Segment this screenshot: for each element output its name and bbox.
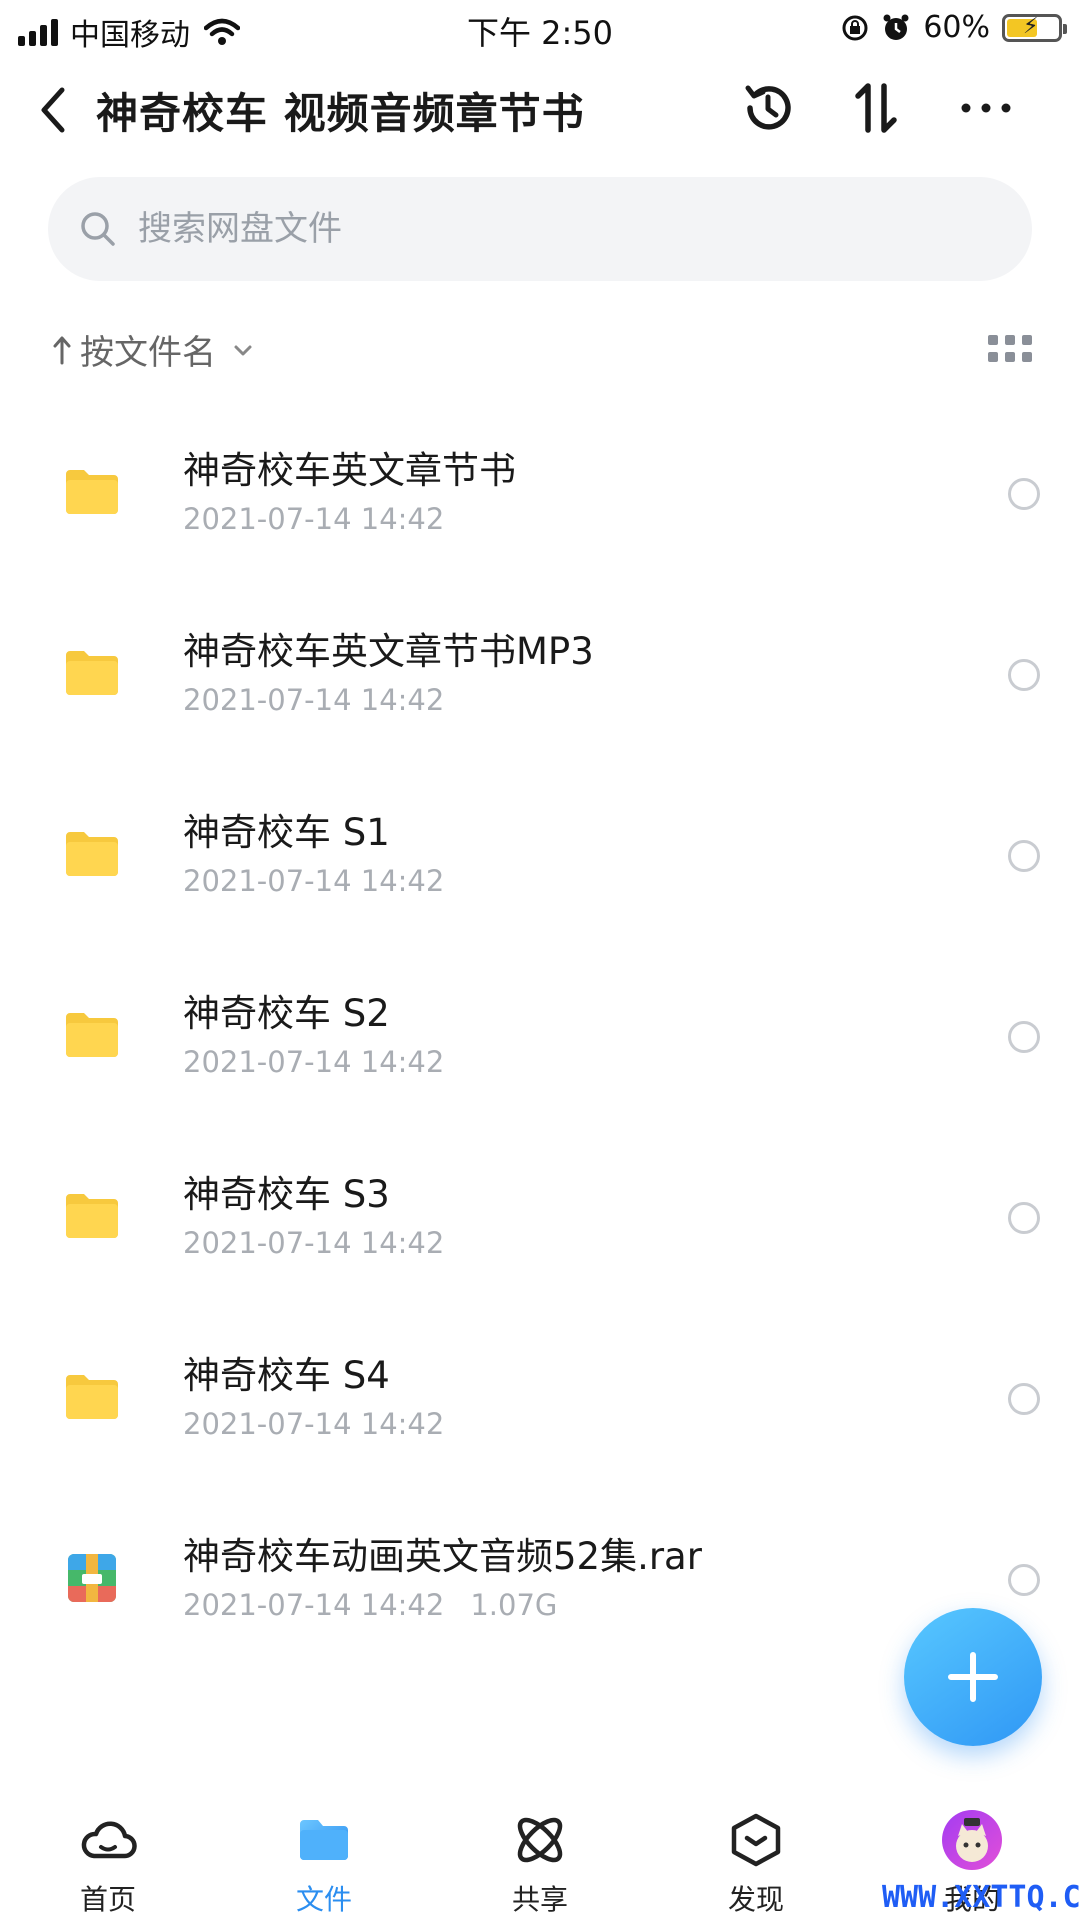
file-name: 神奇校车 S3: [183, 1173, 390, 1216]
search-bar[interactable]: [48, 177, 1032, 281]
folder-icon: [300, 1820, 348, 1860]
file-name: 神奇校车 S4: [183, 1354, 390, 1397]
back-icon[interactable]: [30, 80, 78, 140]
charging-bolt-icon: ⚡: [1023, 13, 1039, 39]
file-size: 1.07G: [470, 1588, 558, 1622]
select-checkbox[interactable]: [1008, 1383, 1040, 1415]
file-meta: 2021-07-14 14:42: [183, 683, 444, 717]
nav-files[interactable]: 文件: [244, 1790, 404, 1920]
header: 神奇校车 视频音频章节书: [0, 62, 1080, 162]
status-bar: 中国移动 下午 2:50 60% ⚡: [0, 0, 1080, 56]
select-checkbox[interactable]: [1008, 1564, 1040, 1596]
folder-icon: [64, 1188, 120, 1244]
alarm-icon: [883, 14, 909, 40]
select-checkbox[interactable]: [1008, 1202, 1040, 1234]
nav-label-home: 首页: [79, 1883, 136, 1916]
watermark: WWW.XXTTQ.COM: [882, 1880, 1080, 1915]
arrow-up-icon: [53, 336, 71, 364]
file-name: 神奇校车 S2: [183, 992, 390, 1035]
sort-row: 按文件名: [52, 325, 1032, 385]
sort-by-name-button[interactable]: 按文件名: [52, 325, 256, 374]
avatar: [942, 1810, 1002, 1870]
plus-icon: [948, 1652, 998, 1702]
page-title: 神奇校车 视频音频章节书: [96, 89, 585, 138]
discover-box-icon: [731, 1813, 781, 1867]
select-checkbox[interactable]: [1008, 478, 1040, 510]
sort-transfer-icon[interactable]: [844, 76, 908, 140]
select-checkbox[interactable]: [1008, 1021, 1040, 1053]
folder-icon: [64, 464, 120, 520]
nav-label-discover: 发现: [727, 1883, 784, 1916]
file-meta: 2021-07-14 14:42: [183, 1226, 444, 1260]
history-icon[interactable]: [736, 76, 800, 140]
file-name: 神奇校车 S1: [183, 811, 390, 854]
nav-label-files: 文件: [295, 1883, 352, 1916]
file-meta: 2021-07-14 14:42: [183, 502, 444, 536]
file-row[interactable]: 神奇校车 S1 2021-07-14 14:42: [0, 782, 1080, 963]
select-checkbox[interactable]: [1008, 840, 1040, 872]
nav-discover[interactable]: 发现: [676, 1790, 836, 1920]
select-checkbox[interactable]: [1008, 659, 1040, 691]
archive-icon: [64, 1550, 120, 1606]
status-right: 60% ⚡: [841, 10, 1067, 45]
file-row[interactable]: 神奇校车英文章节书 2021-07-14 14:42: [0, 420, 1080, 601]
file-meta: 2021-07-14 14:42: [183, 1045, 444, 1079]
file-row[interactable]: 神奇校车 S4 2021-07-14 14:42: [0, 1325, 1080, 1506]
folder-icon: [64, 826, 120, 882]
file-date: 2021-07-14 14:42: [183, 864, 445, 898]
file-name: 神奇校车动画英文音频52集.rar: [183, 1535, 702, 1578]
search-input[interactable]: [138, 209, 938, 249]
more-icon[interactable]: [954, 76, 1018, 140]
file-date: 2021-07-14 14:42: [183, 1407, 445, 1441]
file-date: 2021-07-14 14:42: [183, 1045, 445, 1079]
folder-icon: [64, 1369, 120, 1425]
battery-percent: 60%: [923, 10, 990, 45]
folder-icon: [64, 645, 120, 701]
nav-home[interactable]: 首页: [28, 1790, 188, 1920]
file-row[interactable]: 神奇校车 S3 2021-07-14 14:42: [0, 1144, 1080, 1325]
file-date: 2021-07-14 14:42: [183, 502, 445, 536]
file-meta: 2021-07-14 14:42: [183, 1407, 444, 1441]
cloud-icon: [81, 1821, 137, 1859]
folder-icon: [64, 1007, 120, 1063]
file-name: 神奇校车英文章节书: [183, 449, 516, 492]
file-meta: 2021-07-14 14:42 1.07G: [183, 1588, 557, 1622]
rotation-lock-icon: [842, 15, 868, 40]
grid-view-icon[interactable]: [988, 335, 1032, 375]
chevron-down-icon: [234, 345, 252, 355]
battery-charging-icon: ⚡: [1002, 13, 1067, 42]
sort-label: 按文件名: [80, 333, 216, 373]
add-button[interactable]: [904, 1608, 1042, 1746]
file-date: 2021-07-14 14:42: [183, 683, 445, 717]
file-meta: 2021-07-14 14:42: [183, 864, 444, 898]
nav-label-share: 共享: [511, 1883, 568, 1916]
file-row[interactable]: 神奇校车英文章节书MP3 2021-07-14 14:42: [0, 601, 1080, 782]
file-date: 2021-07-14 14:42: [183, 1588, 445, 1622]
search-icon: [81, 212, 115, 246]
file-row[interactable]: 神奇校车 S2 2021-07-14 14:42: [0, 963, 1080, 1144]
share-atom-icon: [517, 1817, 563, 1863]
file-list: 神奇校车英文章节书 2021-07-14 14:42 神奇校车英文章节书MP3 202…: [0, 420, 1080, 1687]
nav-share[interactable]: 共享: [460, 1790, 620, 1920]
file-date: 2021-07-14 14:42: [183, 1226, 445, 1260]
file-name: 神奇校车英文章节书MP3: [183, 630, 594, 673]
